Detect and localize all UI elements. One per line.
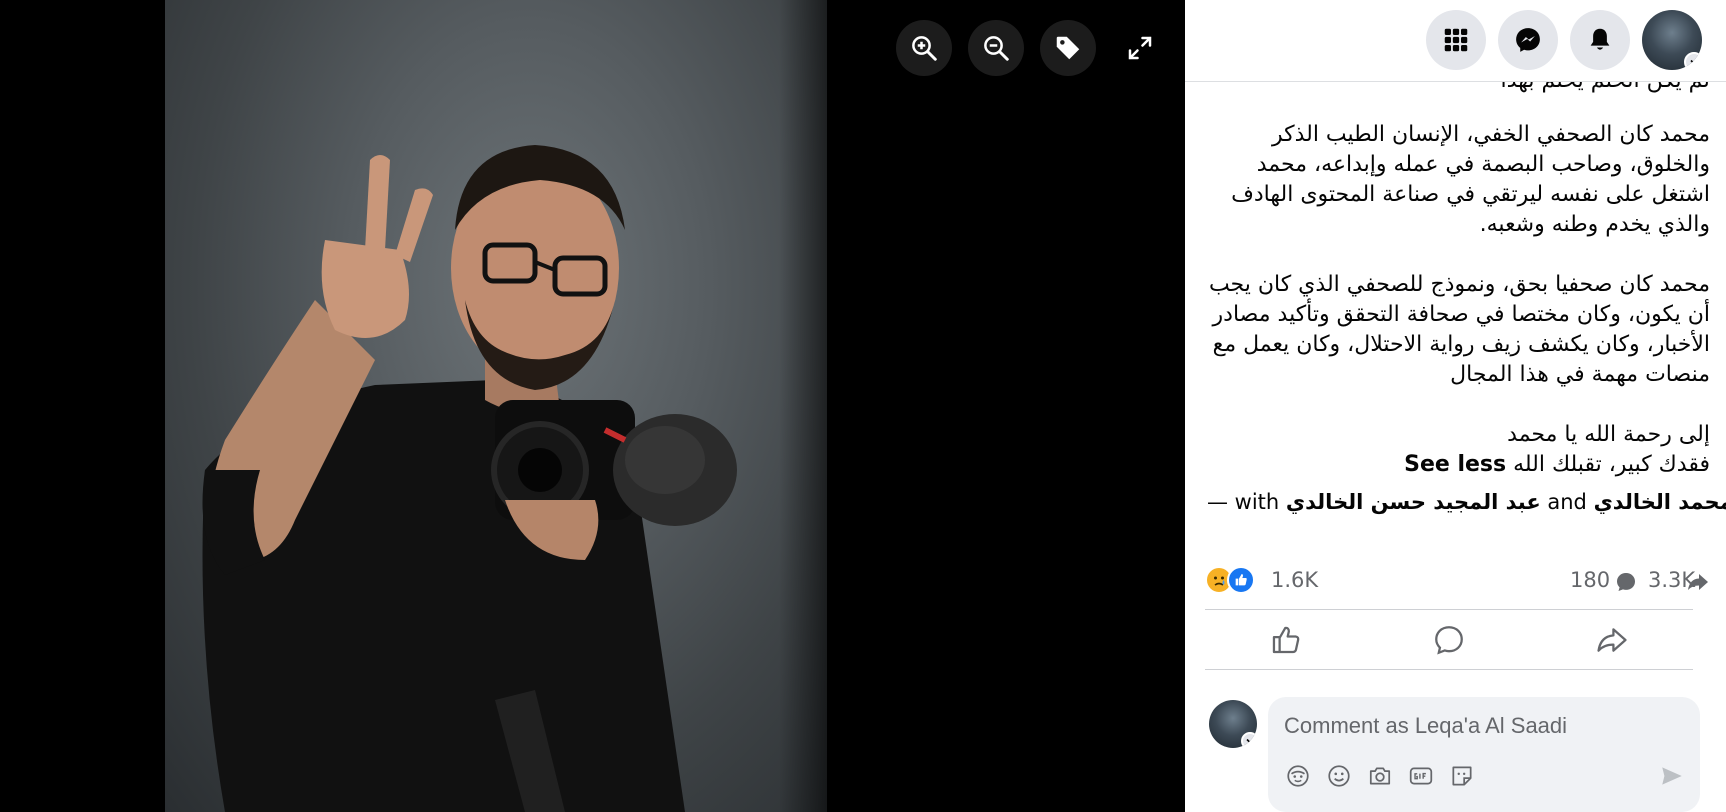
post-paragraph-2: محمد كان صحفيا بحق، ونموذج للصحفي الذي ك…	[1208, 272, 1710, 387]
closing-line-2: فقدك كبير، تقبلك الله	[1513, 452, 1710, 477]
messenger-button[interactable]	[1498, 10, 1558, 70]
tags-prefix: — with	[1207, 490, 1280, 514]
photo-content	[202, 145, 737, 812]
emoji-icon	[1328, 765, 1350, 787]
zoom-in-button[interactable]	[896, 20, 952, 76]
post-body: لم يكن الحلم يحلم بهذا محمد كان الصحفي ا…	[1205, 82, 1710, 480]
messenger-icon	[1516, 28, 1540, 52]
fullscreen-icon	[1128, 36, 1152, 60]
comment-count[interactable]: 180	[1570, 568, 1610, 592]
like-button[interactable]	[1205, 610, 1367, 670]
send-button[interactable]	[1659, 763, 1685, 789]
closing-line-1: إلى رحمة الله يا محمد	[1507, 422, 1710, 447]
comment-icon	[1435, 626, 1463, 655]
post-actions	[1205, 609, 1693, 670]
comment-count-icon	[1617, 573, 1635, 591]
menu-grid-icon	[1444, 28, 1468, 52]
chevron-down-icon	[1690, 59, 1698, 65]
photo-edge-shadow	[779, 0, 827, 812]
account-menu-badge[interactable]	[1684, 52, 1702, 70]
tags-conjunction: and	[1547, 490, 1587, 514]
see-less-link[interactable]: See less	[1404, 452, 1506, 477]
chevron-down-icon	[1246, 738, 1254, 744]
post-photo[interactable]	[165, 0, 827, 812]
tag-photo-button[interactable]	[1040, 20, 1096, 76]
post-closing: إلى رحمة الله يا محمد فقدك كبير، تقبلك ا…	[1205, 420, 1710, 480]
post-paragraph-1: محمد كان الصحفي الخفي، الإنسان الطيب الذ…	[1231, 122, 1710, 237]
like-icon	[1272, 626, 1300, 654]
fullscreen-button[interactable]	[1112, 20, 1168, 76]
gif-icon	[1409, 767, 1433, 785]
emoji-button[interactable]	[1326, 763, 1352, 789]
notifications-bell-icon	[1590, 28, 1610, 50]
share-count-icon	[1688, 574, 1708, 590]
reactions-bar: 1.6K 180 3.3K	[1205, 560, 1710, 600]
send-icon	[1662, 767, 1682, 785]
notifications-button[interactable]	[1570, 10, 1630, 70]
zoom-out-icon	[984, 36, 1009, 61]
sticker-button[interactable]	[1449, 763, 1475, 789]
gif-button[interactable]	[1408, 763, 1434, 789]
camera-button[interactable]	[1367, 763, 1393, 789]
avatar-sticker-button[interactable]	[1285, 763, 1311, 789]
truncated-line: لم يكن الحلم يحلم بهذا	[1205, 82, 1710, 96]
reaction-count[interactable]: 1.6K	[1271, 568, 1318, 592]
post-side-panel: لم يكن الحلم يحلم بهذا محمد كان الصحفي ا…	[1185, 0, 1726, 812]
tag-icon	[1056, 36, 1080, 60]
sticker-icon	[1452, 766, 1472, 786]
tagged-person-1[interactable]: عبد المجيد حسن الخالدي	[1286, 490, 1541, 514]
commenter-avatar[interactable]	[1209, 700, 1257, 748]
comment-composer	[1268, 697, 1700, 812]
like-reaction-icon	[1227, 566, 1255, 594]
avatar-sticker-icon	[1287, 765, 1309, 787]
zoom-in-icon	[912, 36, 937, 61]
tagged-people: — with عبد المجيد حسن الخالدي and محمد ا…	[1207, 490, 1726, 514]
camera-icon	[1369, 767, 1391, 785]
photo-viewer	[0, 0, 1185, 812]
share-icon	[1597, 628, 1627, 652]
top-bar	[1185, 0, 1726, 82]
commenter-menu-badge[interactable]	[1241, 732, 1257, 748]
account-avatar[interactable]	[1642, 10, 1702, 70]
comment-button[interactable]	[1368, 610, 1530, 670]
comment-input[interactable]	[1284, 711, 1684, 741]
truncated-line-text: لم يكن الحلم يحلم بهذا	[1205, 82, 1710, 96]
share-button[interactable]	[1531, 610, 1693, 670]
reaction-icons[interactable]	[1205, 566, 1261, 596]
tagged-person-2[interactable]: محمد الخالدي	[1594, 490, 1726, 514]
zoom-out-button[interactable]	[968, 20, 1024, 76]
menu-button[interactable]	[1426, 10, 1486, 70]
